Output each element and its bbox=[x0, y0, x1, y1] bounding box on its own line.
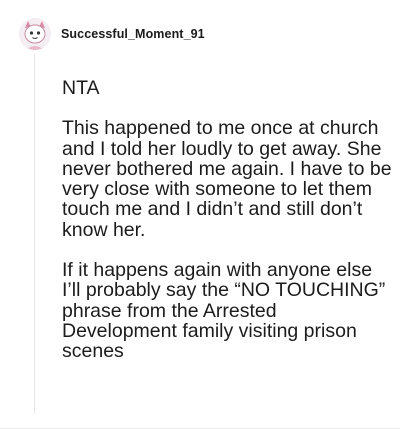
username-link[interactable]: Successful_Moment_91 bbox=[61, 27, 205, 41]
comment-paragraph: This happened to me once at church and I… bbox=[62, 117, 392, 241]
comment-card: Successful_Moment_91 NTA This happened t… bbox=[0, 0, 400, 429]
comment-body: NTA This happened to me once at church a… bbox=[62, 78, 392, 382]
comment-paragraph: If it happens again with anyone else I’l… bbox=[62, 259, 386, 363]
thread-line[interactable] bbox=[34, 54, 35, 414]
comment-paragraph: NTA bbox=[62, 77, 100, 99]
comment-header: Successful_Moment_91 bbox=[19, 14, 205, 54]
user-avatar-icon[interactable] bbox=[19, 18, 51, 50]
